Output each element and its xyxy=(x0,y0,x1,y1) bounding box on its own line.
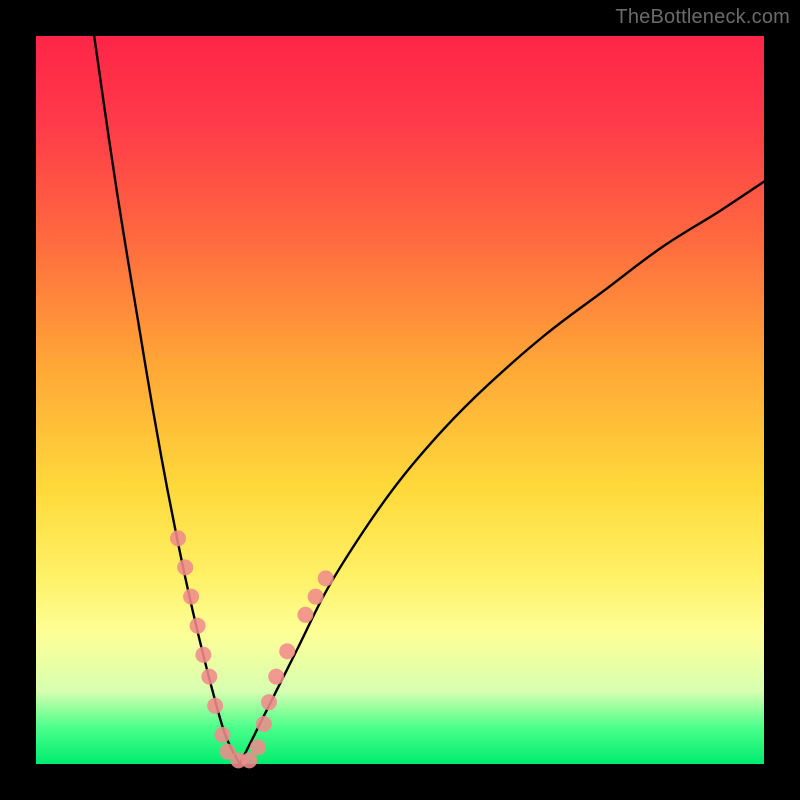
marker-dot xyxy=(177,559,193,575)
marker-dot xyxy=(268,669,284,685)
marker-dot xyxy=(183,589,199,605)
marker-dot xyxy=(261,694,277,710)
marker-dot xyxy=(214,727,230,743)
curve-layer xyxy=(36,36,764,764)
marker-dot xyxy=(279,643,295,659)
curve-right-branch xyxy=(240,182,764,764)
marker-dot xyxy=(241,752,257,768)
marker-dot xyxy=(318,570,334,586)
marker-dot xyxy=(201,669,217,685)
marker-dot xyxy=(256,716,272,732)
marker-dot xyxy=(250,739,266,755)
watermark-text: TheBottleneck.com xyxy=(615,6,790,29)
marker-dot xyxy=(207,698,223,714)
chart-canvas: TheBottleneck.com xyxy=(0,0,800,800)
marker-dot xyxy=(195,647,211,663)
marker-dot xyxy=(190,618,206,634)
curve-left-branch xyxy=(94,36,240,764)
marker-dot xyxy=(308,589,324,605)
bottleneck-curve xyxy=(94,36,764,764)
plot-area xyxy=(36,36,764,764)
marker-dot xyxy=(297,607,313,623)
marker-dots xyxy=(170,530,334,768)
marker-dot xyxy=(170,530,186,546)
